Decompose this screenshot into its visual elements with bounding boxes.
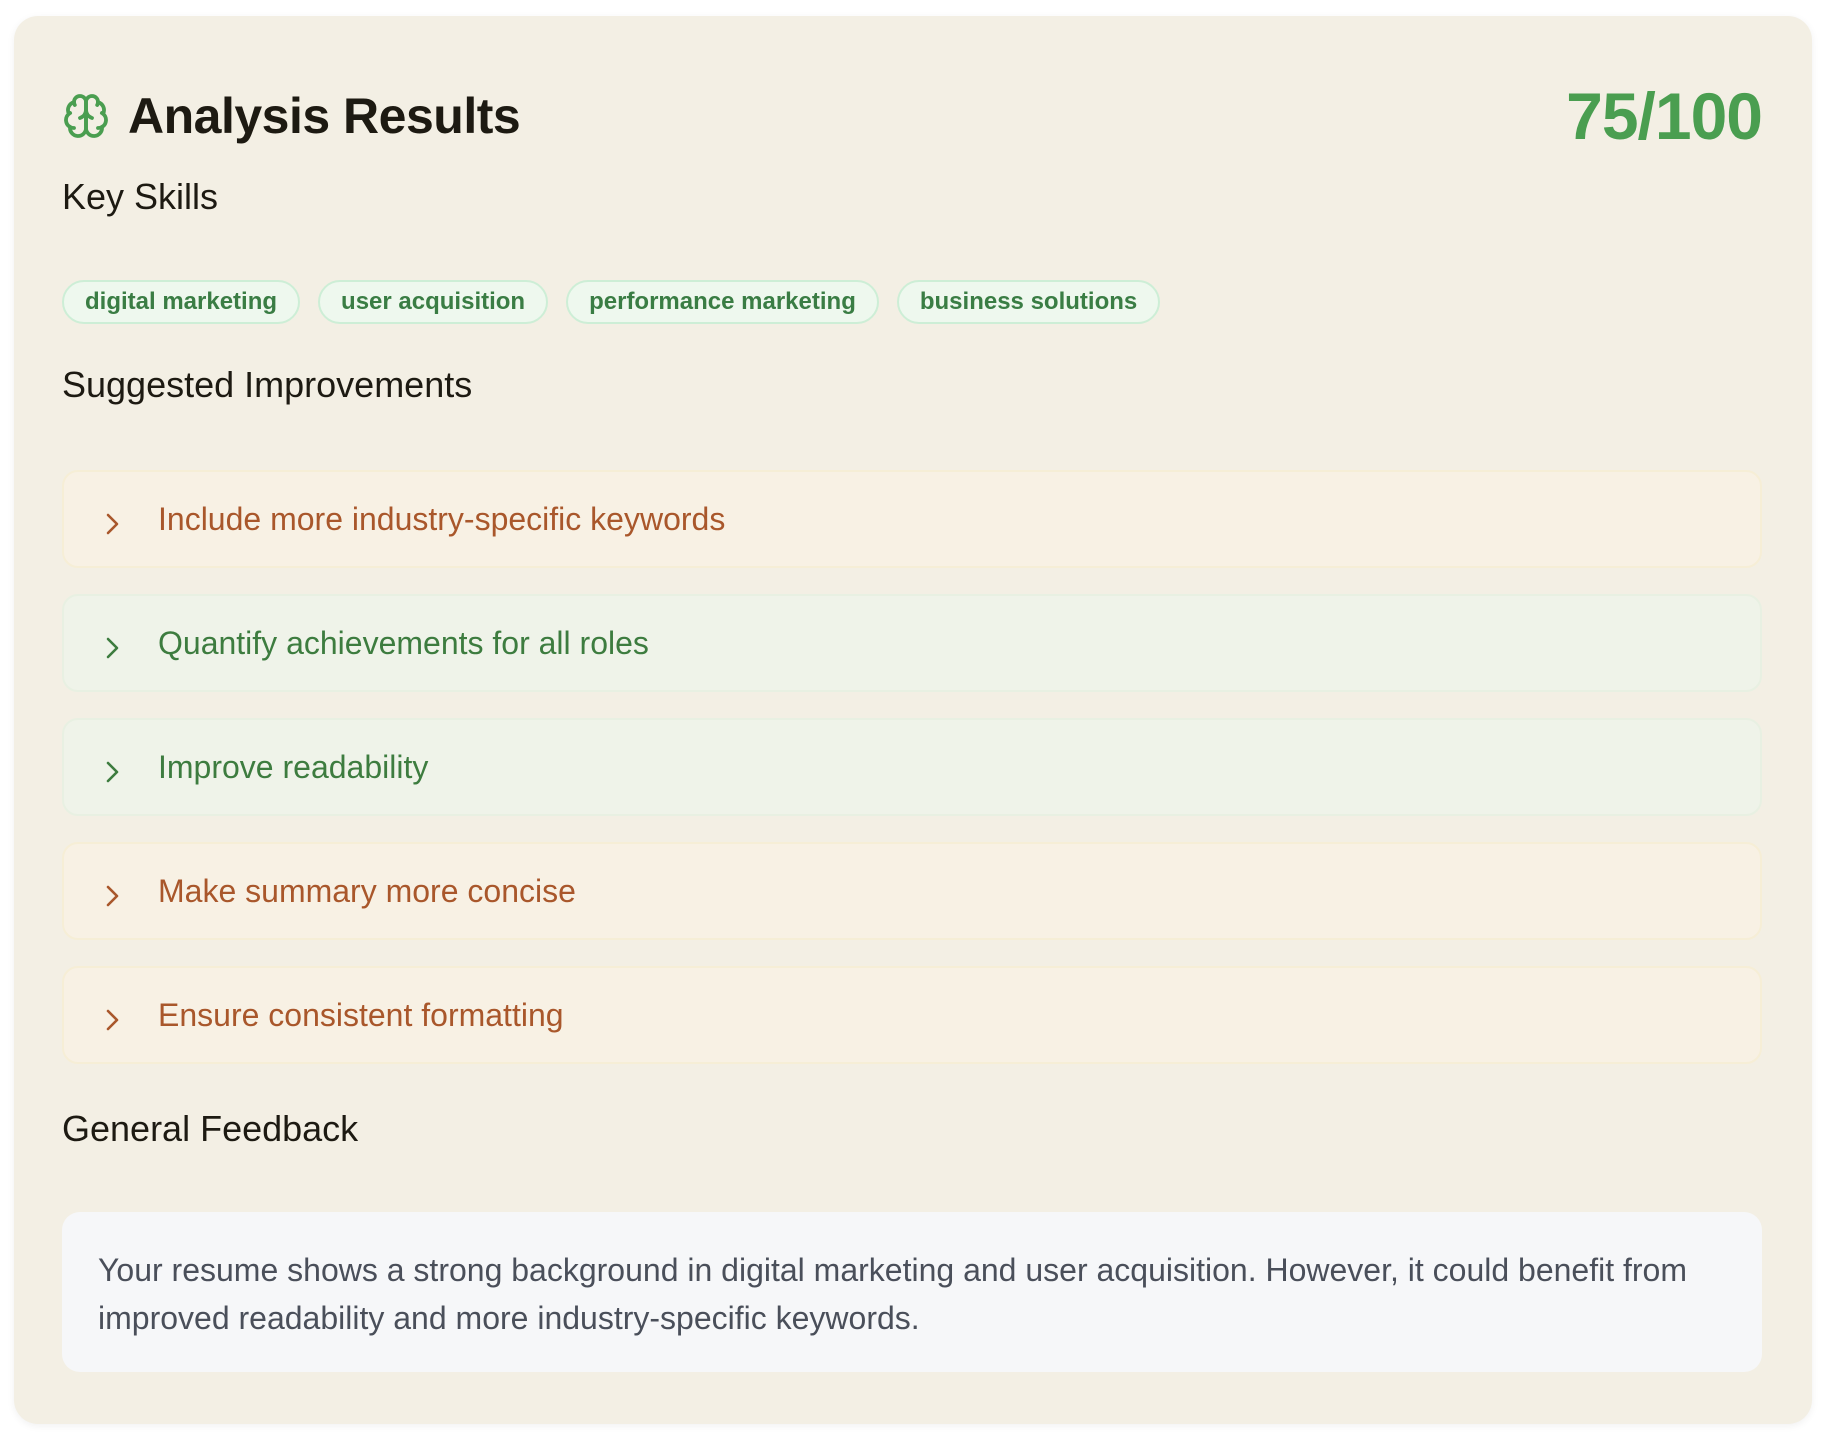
title-group: Analysis Results [62, 87, 521, 145]
improvement-item[interactable]: Include more industry-specific keywords [62, 470, 1762, 568]
chevron-right-icon [100, 879, 124, 907]
key-skills-heading: Key Skills [62, 176, 219, 217]
skill-chip: business solutions [896, 280, 1161, 324]
suggested-improvements-heading: Suggested Improvements [62, 364, 473, 405]
improvement-label: Improve readability [158, 748, 429, 785]
improvement-label: Make summary more concise [158, 872, 576, 909]
chevron-right-icon [100, 507, 124, 535]
skill-chip: user acquisition [318, 280, 549, 324]
general-feedback-heading: General Feedback [62, 1108, 359, 1149]
analysis-results-card: Analysis Results 75/100 Key Skills digit… [14, 16, 1812, 1424]
chevron-right-icon [100, 755, 124, 783]
feedback-box: Your resume shows a strong background in… [62, 1212, 1762, 1372]
improvement-item[interactable]: Quantify achievements for all roles [62, 594, 1762, 692]
improvement-label: Quantify achievements for all roles [158, 624, 649, 661]
improvement-item[interactable]: Ensure consistent formatting [62, 966, 1762, 1064]
improvement-label: Include more industry-specific keywords [158, 500, 726, 537]
score-value: 75/100 [1566, 79, 1763, 153]
page-title: Analysis Results [128, 88, 521, 144]
improvement-item[interactable]: Make summary more concise [62, 842, 1762, 940]
brain-icon [62, 92, 110, 140]
improvements-list: Include more industry-specific keywords … [62, 470, 1762, 1064]
improvement-item[interactable]: Improve readability [62, 718, 1762, 816]
improvement-label: Ensure consistent formatting [158, 996, 564, 1033]
chevron-right-icon [100, 1003, 124, 1031]
chevron-right-icon [100, 631, 124, 659]
skills-list: digital marketing user acquisition perfo… [62, 280, 1161, 324]
skill-chip: digital marketing [62, 280, 301, 324]
skill-chip: performance marketing [566, 280, 879, 324]
results-header: Analysis Results 75/100 [62, 66, 1763, 166]
feedback-text: Your resume shows a strong background in… [98, 1252, 1687, 1336]
